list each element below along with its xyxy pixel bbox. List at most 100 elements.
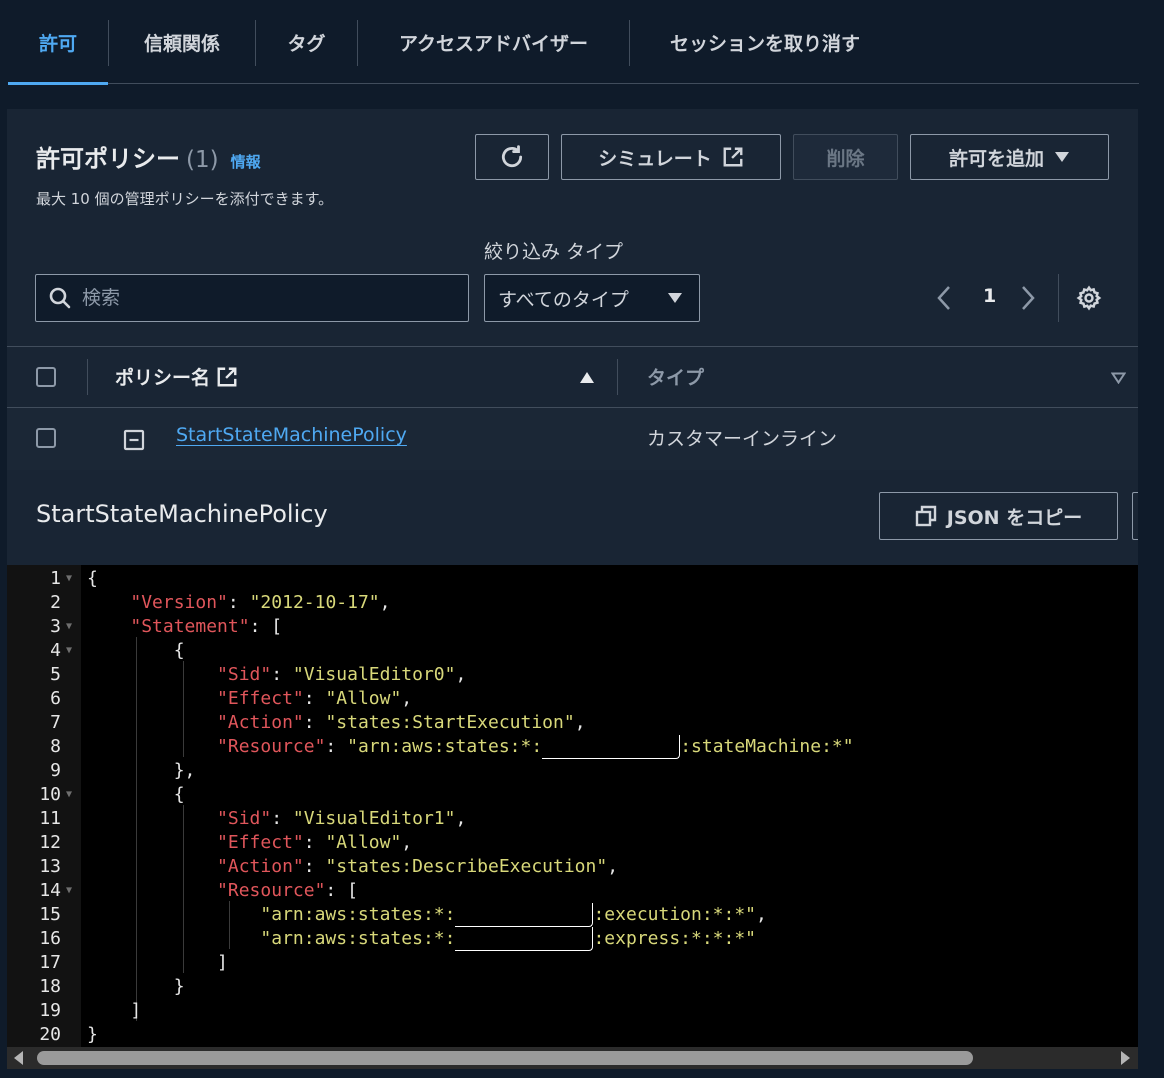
line-number: 16 (39, 928, 61, 949)
code-line: ] (87, 1000, 142, 1021)
policy-detail-title: StartStateMachinePolicy (36, 500, 328, 528)
collapse-icon[interactable] (123, 429, 145, 451)
fold-arrow-icon[interactable]: ▼ (66, 639, 76, 663)
code-line: { (87, 568, 98, 589)
sort-icon[interactable] (1111, 372, 1126, 384)
policy-count: (1) (186, 147, 219, 173)
search-icon (49, 287, 71, 309)
json-editor[interactable]: 1 ▼{2 "Version": "2012-10-17", 3 ▼ "Stateme… (7, 565, 1138, 1047)
column-header-type[interactable]: タイプ (647, 363, 704, 390)
line-number: 20 (39, 1024, 61, 1045)
code-line: "Sid": "VisualEditor1", (217, 808, 467, 829)
code-line: "Resource": [ (217, 880, 358, 901)
filter-type-label: 絞り込み タイプ (484, 241, 624, 263)
scrollbar-thumb[interactable] (37, 1051, 973, 1065)
fold-arrow-icon[interactable]: ▼ (66, 567, 76, 591)
tab-permissions[interactable]: 許可 (8, 0, 108, 85)
current-page[interactable]: 1 (983, 285, 996, 307)
code-line: "Effect": "Allow", (217, 688, 413, 709)
simulate-button[interactable]: シミュレート (561, 134, 781, 180)
refresh-icon (501, 145, 523, 168)
search-box (35, 274, 469, 322)
policy-detail-header: StartStateMachinePolicy JSON をコピー (7, 470, 1138, 565)
code-line: } (87, 976, 185, 997)
external-link-icon (723, 147, 743, 167)
code-line: { (87, 784, 185, 805)
code-line: }, (87, 760, 196, 781)
code-line: "arn:aws:states:*::express:*:*:*" (260, 927, 757, 951)
edit-button[interactable] (1132, 492, 1138, 540)
policy-type: カスタマーインライン (647, 428, 838, 450)
code-line: "Sid": "VisualEditor0", (217, 664, 467, 685)
sort-ascending-icon[interactable] (579, 371, 595, 384)
column-policy-name-label: ポリシー名 (115, 367, 211, 389)
row-checkbox[interactable] (36, 428, 56, 448)
line-number: 17 (39, 952, 61, 973)
fold-arrow-icon[interactable]: ▼ (66, 783, 76, 807)
caret-down-icon (668, 293, 682, 303)
horizontal-scrollbar[interactable] (7, 1047, 1138, 1069)
line-number: 15 (39, 904, 61, 925)
scroll-left-icon[interactable] (14, 1051, 23, 1065)
permissions-policies-panel: 許可ポリシー (1) 情報 最大 10 個の管理ポリシーを添付できます。 シミュ… (7, 109, 1138, 1047)
line-number: 7 (50, 712, 61, 733)
pager-divider (1058, 274, 1059, 322)
caret-down-icon (1055, 152, 1069, 162)
tab-access-advisor[interactable]: アクセスアドバイザー (358, 0, 629, 84)
line-number: 2 (50, 592, 61, 613)
next-page-icon[interactable] (1019, 284, 1037, 312)
filter-type-select[interactable]: すべてのタイプ (484, 274, 700, 322)
line-number: 12 (39, 832, 61, 853)
code-line: { (87, 640, 185, 661)
simulate-label: シミュレート (598, 147, 712, 170)
code-line: ] (87, 952, 228, 973)
column-divider (87, 359, 88, 395)
code-line: "Action": "states:DescribeExecution", (217, 856, 619, 877)
line-number: 5 (50, 664, 61, 685)
previous-page-icon[interactable] (935, 284, 953, 312)
fold-arrow-icon[interactable]: ▼ (66, 615, 76, 639)
panel-title: 許可ポリシー (36, 145, 180, 173)
code-line: "Effect": "Allow", (217, 832, 413, 853)
line-number: 18 (39, 976, 61, 997)
table-row: StartStateMachinePolicy カスタマーインライン (7, 408, 1138, 470)
line-number: 4 (50, 640, 61, 661)
line-number: 10 (39, 784, 61, 805)
add-permissions-button[interactable]: 許可を追加 (910, 134, 1109, 180)
panel-description: 最大 10 個の管理ポリシーを添付できます。 (36, 190, 334, 208)
fold-arrow-icon[interactable]: ▼ (66, 879, 76, 903)
search-input[interactable] (82, 287, 442, 309)
info-link[interactable]: 情報 (231, 151, 261, 172)
code-line: "Statement": [ (130, 616, 283, 637)
tab-trust-relationships[interactable]: 信頼関係 (109, 0, 255, 84)
line-number: 13 (39, 856, 61, 877)
tab-tags[interactable]: タグ (256, 0, 357, 84)
code-line: "Resource": "arn:aws:states:*::stateMach… (217, 735, 854, 759)
policy-name-link[interactable]: StartStateMachinePolicy (176, 424, 407, 446)
copy-icon (915, 505, 936, 527)
line-number: 11 (39, 808, 61, 829)
line-number: 6 (50, 688, 61, 709)
redacted-account-id (542, 735, 681, 759)
line-number: 1 (50, 568, 61, 589)
code-line: "Version": "2012-10-17", (130, 592, 391, 613)
scroll-right-icon[interactable] (1121, 1051, 1130, 1065)
redacted-account-id (455, 927, 594, 951)
table-header: ポリシー名 タイプ (7, 346, 1138, 408)
copy-json-button[interactable]: JSON をコピー (879, 492, 1118, 540)
code-line: "Action": "states:StartExecution", (217, 712, 586, 733)
select-all-checkbox[interactable] (36, 367, 56, 387)
column-header-policy-name[interactable]: ポリシー名 (115, 363, 238, 390)
code-line: } (87, 1024, 98, 1045)
refresh-button[interactable] (475, 134, 549, 180)
gear-icon[interactable] (1076, 285, 1102, 311)
redacted-account-id (455, 903, 594, 927)
filter-type-value: すべてのタイプ (498, 288, 629, 311)
line-number: 3 (50, 616, 61, 637)
line-number: 8 (50, 736, 61, 757)
column-divider (617, 359, 618, 395)
line-number: 14 (39, 880, 61, 901)
tab-bar: 許可 信頼関係 タグ アクセスアドバイザー セッションを取り消す (8, 0, 1139, 85)
delete-button[interactable]: 削除 (793, 134, 898, 180)
tab-revoke-sessions[interactable]: セッションを取り消す (630, 0, 900, 84)
